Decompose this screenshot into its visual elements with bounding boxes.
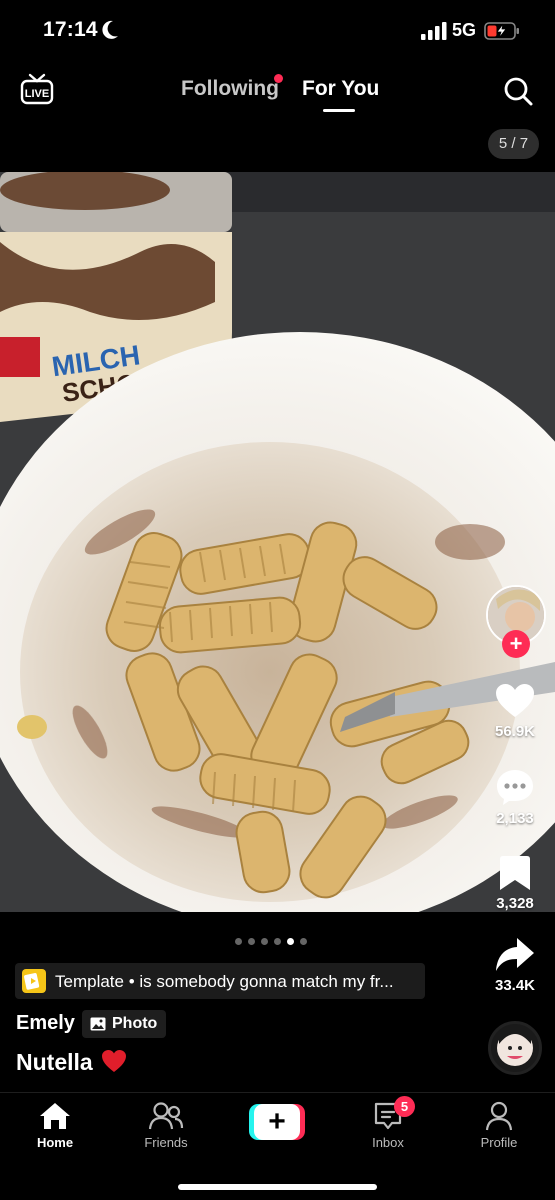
save-button[interactable]: 3,328 bbox=[480, 855, 550, 912]
pager-dot-active[interactable] bbox=[287, 938, 294, 945]
pager-dot[interactable] bbox=[235, 938, 242, 945]
friends-icon bbox=[148, 1102, 184, 1130]
status-time: 17:14 bbox=[43, 18, 98, 41]
share-arrow-icon bbox=[496, 938, 534, 971]
sound-disc[interactable] bbox=[488, 1021, 542, 1075]
comment-icon bbox=[497, 770, 533, 805]
active-tab-indicator bbox=[323, 109, 355, 112]
image-icon bbox=[90, 1017, 106, 1031]
photo-pager bbox=[235, 938, 307, 945]
tab-following[interactable]: Following bbox=[181, 77, 279, 101]
nav-inbox-label: Inbox bbox=[372, 1135, 404, 1150]
nav-profile[interactable]: Profile bbox=[454, 1101, 544, 1150]
pager-dot[interactable] bbox=[300, 938, 307, 945]
create-button[interactable]: + bbox=[249, 1104, 305, 1140]
plus-icon: + bbox=[509, 631, 523, 656]
battery-charging-icon bbox=[484, 22, 519, 40]
comment-count: 2,133 bbox=[496, 810, 534, 827]
pasta-photo: MILCH SCHOKO bbox=[0, 172, 555, 912]
nav-home[interactable]: Home bbox=[10, 1101, 100, 1150]
home-icon bbox=[40, 1103, 70, 1129]
live-icon[interactable]: LIVE bbox=[20, 72, 54, 106]
profile-icon bbox=[485, 1101, 513, 1131]
post-caption: Nutella bbox=[16, 1049, 127, 1076]
caption-text: Nutella bbox=[16, 1049, 93, 1075]
template-banner[interactable]: Template • is somebody gonna match my fr… bbox=[15, 963, 425, 999]
pager-dot[interactable] bbox=[274, 938, 281, 945]
top-navigation: LIVE Following For You bbox=[0, 62, 555, 122]
notification-dot bbox=[274, 74, 283, 83]
template-icon bbox=[22, 969, 46, 993]
nav-friends-label: Friends bbox=[144, 1135, 188, 1150]
tab-for-you[interactable]: For You bbox=[302, 77, 379, 101]
heart-emoji bbox=[102, 1050, 127, 1072]
status-bar: 17:14 5G bbox=[0, 0, 555, 62]
nav-inbox[interactable]: Inbox bbox=[343, 1101, 433, 1150]
signal-icon bbox=[421, 22, 447, 40]
share-count: 33.4K bbox=[494, 977, 536, 994]
create-icon: + bbox=[254, 1104, 300, 1140]
like-count: 56.9K bbox=[494, 723, 536, 740]
moon-icon bbox=[102, 20, 118, 39]
network-type: 5G bbox=[452, 20, 477, 40]
photo-tag-label: Photo bbox=[112, 1015, 158, 1032]
author-name[interactable]: Emely bbox=[16, 1012, 75, 1035]
nav-home-label: Home bbox=[36, 1135, 74, 1150]
heart-icon bbox=[496, 684, 534, 717]
photo-page-counter: 5 / 7 bbox=[488, 129, 539, 159]
pager-dot[interactable] bbox=[248, 938, 255, 945]
template-text: Template • is somebody gonna match my fr… bbox=[55, 972, 394, 991]
follow-button[interactable]: + bbox=[502, 630, 530, 658]
save-count: 3,328 bbox=[496, 895, 534, 912]
comment-button[interactable]: 2,133 bbox=[480, 768, 550, 827]
home-indicator bbox=[178, 1184, 377, 1190]
inbox-badge: 5 bbox=[394, 1096, 415, 1117]
nav-profile-label: Profile bbox=[480, 1135, 518, 1150]
nav-friends[interactable]: Friends bbox=[121, 1101, 211, 1150]
svg-text:LIVE: LIVE bbox=[25, 88, 49, 100]
bookmark-icon bbox=[500, 856, 530, 890]
search-icon[interactable] bbox=[502, 75, 534, 107]
pager-dot[interactable] bbox=[261, 938, 268, 945]
like-button[interactable]: 56.9K bbox=[480, 683, 550, 740]
share-button[interactable]: 33.4K bbox=[480, 937, 550, 994]
sound-avatar bbox=[497, 1028, 533, 1066]
photo-tag: Photo bbox=[82, 1010, 167, 1038]
post-photo[interactable]: MILCH SCHOKO bbox=[0, 172, 555, 912]
